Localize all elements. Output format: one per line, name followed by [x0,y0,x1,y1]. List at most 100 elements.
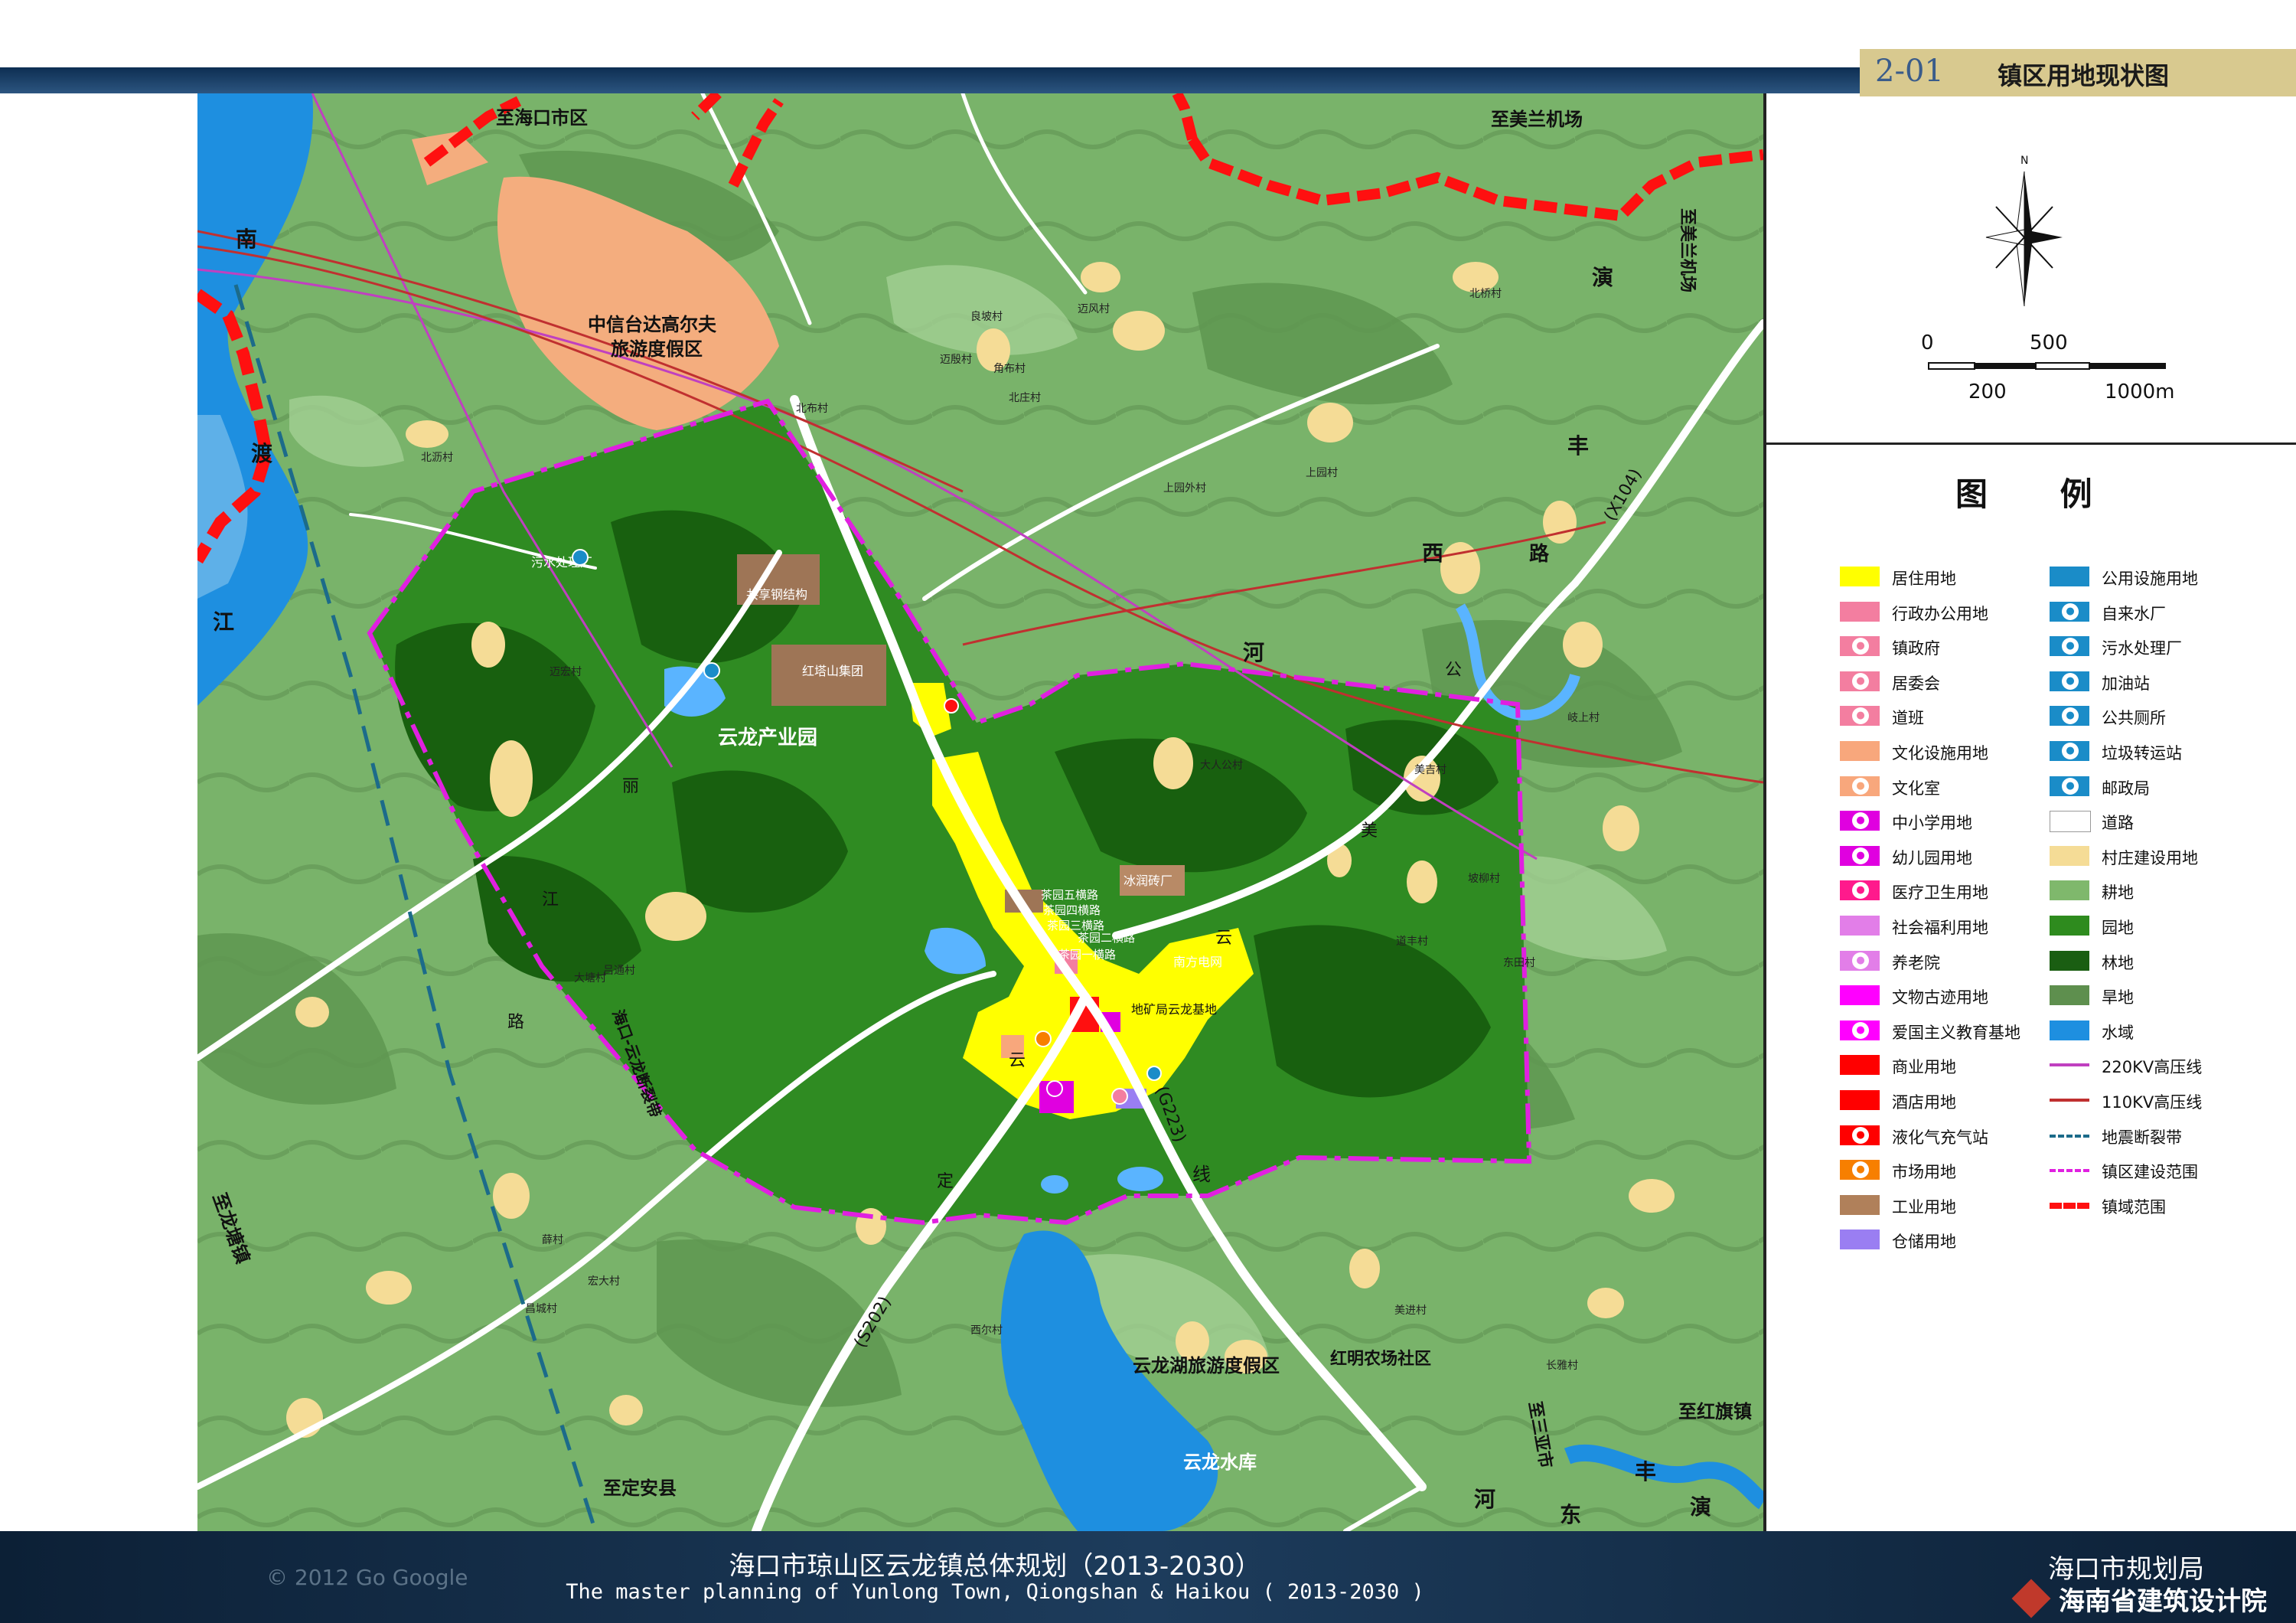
label-citic: 中信台达高尔夫 [588,314,717,335]
label-yunlong-reservoir: 云龙水库 [1183,1452,1257,1473]
legend-swatch: ● [2050,741,2089,761]
village-label: 北沥村 [421,452,453,464]
circle-glyph-icon: ● [1852,707,1869,725]
village-label: 吕通村 [603,965,635,977]
label-to-haikou: 至海口市区 [496,107,588,129]
label-river-jiang: 江 [213,609,234,635]
legend-label: 养老院 [1892,953,1940,972]
legend-swatch [2050,845,2089,866]
sidebar-divider [1763,442,2296,445]
legend-swatch: ● [1840,950,1880,971]
pond-2 [1041,1175,1068,1194]
legend-label: 居住用地 [1892,570,1956,588]
legend-swatch: ● [1840,1160,1880,1181]
label-lu: 路 [1529,542,1550,566]
legend-swatch [1840,741,1880,761]
legend-label: 垃圾转运站 [2102,744,2182,763]
label-river-du: 渡 [251,441,273,466]
legend-label: 邮政局 [2102,779,2150,798]
label-jiang: 江 [542,890,559,909]
label-tea-road-2: 茶园二横路 [1078,931,1135,945]
north-label: N [2020,155,2028,167]
label-road: 路 [507,1013,524,1032]
legend-label: 文物古迹用地 [1892,988,1988,1007]
triangle-icon: ● [1852,672,1869,690]
legend-swatch [1840,1229,1880,1250]
legend-label: 液化气充气站 [1892,1128,1988,1147]
legend-label: 镇政府 [1892,639,1940,658]
legend-swatch [1840,985,1880,1006]
village-label: 大人公村 [1200,759,1243,772]
legend-label: 行政办公用地 [1892,604,1988,623]
village-label: 道丰村 [1396,936,1428,948]
market-icon: ● [1852,1161,1869,1179]
label-ding: 定 [937,1172,954,1191]
legend-swatch [1840,1055,1880,1076]
legend-label: 文化室 [1892,779,1940,798]
scale-bar: 0 500 200 1000m [1921,331,2174,403]
legend-swatch [1840,1194,1880,1215]
legend-swatch: ● [2050,636,2089,657]
village-label: 北庄村 [1009,391,1041,404]
legend-label: 道路 [2102,814,2134,833]
legend-swatch: ● [1840,811,1880,831]
legend-swatch: ● [1840,1125,1880,1145]
sidebar-border [1763,93,1766,1531]
village-label: 长雅村 [1546,1360,1578,1372]
circle-glyph-icon: ● [1852,777,1869,795]
school-icon: ● [1852,812,1869,830]
legend-swatch: ● [1840,776,1880,796]
land-use-map: 至海口市区 至美兰机场 中信台达高尔夫 旅游度假区 云龙产业园 共享钢结构 红塔… [197,93,1763,1531]
legend-label: 110KV高压线 [2102,1093,2203,1112]
legend-label: 村庄建设用地 [2102,848,2198,867]
legend-swatch [2050,950,2089,971]
village-label: 迈风村 [1078,303,1110,315]
legend-label: 水域 [2102,1023,2134,1042]
village-label: 北桥村 [1469,288,1502,300]
village-label: 昌城村 [525,1303,557,1315]
label-yun: 云 [1215,929,1232,948]
legend-swatch: ● [1840,706,1880,727]
legend-label: 道班 [1892,709,1924,728]
legend-label: 仓储用地 [1892,1233,1956,1252]
legend-label: 文化设施用地 [1892,744,1988,763]
legend-swatch [2050,1020,2089,1040]
label-industrial-park: 云龙产业园 [718,727,817,749]
village-label: 大塘村 [574,972,606,985]
legend-swatch: ● [1840,671,1880,691]
village-label: 坡柳村 [1468,872,1500,885]
sheet-title-box: 2-01 镇区用地现状图 [1860,49,2296,96]
legend-label: 地震断裂带 [2102,1128,2182,1147]
footer-org-institute: 海南省建筑设计院 [2059,1586,2267,1617]
legend-label: 镇域范围 [2102,1197,2166,1216]
sewage-icon: ● [2062,638,2079,655]
village-label: 上园外村 [1163,482,1206,495]
label-feng: 丰 [1567,433,1589,459]
legend-swatch [2050,1099,2089,1102]
gas-icon: ● [1852,1126,1869,1144]
scale-200: 200 [1968,380,2007,403]
legend-swatch [1840,601,1880,622]
label-he: 河 [1243,640,1264,665]
village-label: 西尔村 [970,1324,1003,1337]
legend-label: 商业用地 [1892,1058,1956,1077]
legend-label: 旱地 [2102,988,2134,1007]
village-label: 角布村 [993,363,1026,375]
label-dongyan-he: 河 [1474,1487,1495,1512]
sheet-title: 镇区用地现状图 [1998,61,2170,90]
post-icon: ● [2062,777,2079,795]
legend-swatch [2050,916,2089,936]
legend-label: 医疗卫生用地 [1892,883,1988,903]
legend-label: 爱国主义教育基地 [1892,1023,2020,1042]
label-yunlong-lake: 云龙湖旅游度假区 [1133,1355,1280,1376]
village-label: 薛村 [542,1234,563,1246]
scale-500: 500 [2030,331,2068,354]
gas-icon [944,698,959,714]
label-citic-2: 旅游度假区 [611,338,703,360]
fuel-icon: ● [2062,672,2079,690]
label-hongming: 红明农场社区 [1330,1349,1431,1369]
legend-label: 幼儿园用地 [1892,848,1972,867]
legend-swatch: ● [2050,706,2089,727]
label-river-nan: 南 [236,227,257,252]
label-dongyan-yan: 演 [1690,1494,1711,1520]
